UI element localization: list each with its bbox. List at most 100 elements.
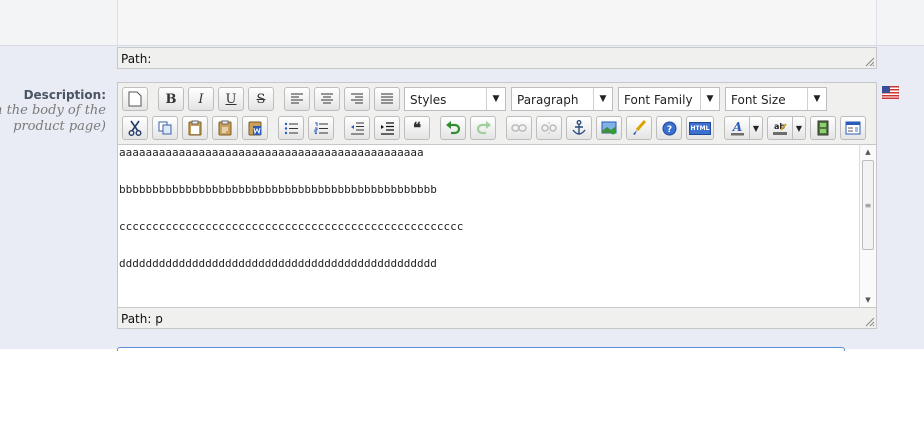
description-label: Description: bbox=[23, 88, 106, 102]
description-label-block: Description: (in the body of the product… bbox=[0, 87, 106, 135]
styles-select[interactable]: Styles ▼ bbox=[404, 87, 506, 111]
svg-text:?: ? bbox=[666, 125, 671, 135]
content-paragraph[interactable]: dddddddddddddddddddddddddddddddddddddddd… bbox=[118, 256, 860, 293]
scrollbar-thumb[interactable]: ≡ bbox=[862, 160, 874, 250]
insert-image-button[interactable] bbox=[596, 116, 622, 140]
text-color-split-button[interactable]: A ▼ bbox=[724, 116, 763, 140]
unlink-button[interactable] bbox=[536, 116, 562, 140]
image-icon bbox=[601, 121, 617, 135]
editor-path-bar: Path: p bbox=[117, 307, 877, 329]
align-center-icon bbox=[321, 93, 333, 104]
numbered-list-button[interactable] bbox=[308, 116, 334, 140]
align-justify-icon bbox=[381, 93, 393, 104]
anchor-button[interactable] bbox=[566, 116, 592, 140]
outdent-button[interactable] bbox=[344, 116, 370, 140]
description-hint-line2: product page) bbox=[13, 119, 106, 134]
paragraph-format-value: Paragraph bbox=[517, 93, 579, 107]
highlighter-icon: ab bbox=[773, 122, 787, 135]
align-justify-button[interactable] bbox=[374, 87, 400, 111]
paste-text-button[interactable] bbox=[212, 116, 238, 140]
indent-icon bbox=[380, 121, 394, 135]
copy-button[interactable] bbox=[152, 116, 178, 140]
new-document-button[interactable] bbox=[122, 87, 148, 111]
italic-button[interactable]: I bbox=[188, 87, 214, 111]
vertical-scrollbar[interactable]: ▲ ≡ ▼ bbox=[859, 144, 876, 307]
unlink-icon bbox=[541, 122, 557, 134]
brush-icon bbox=[633, 120, 647, 135]
quote-icon: ❝ bbox=[412, 119, 422, 137]
link-icon bbox=[511, 124, 527, 132]
highlight-color-split-button[interactable]: ab ▼ bbox=[767, 116, 806, 140]
copy-icon bbox=[158, 121, 171, 135]
cleanup-button[interactable] bbox=[626, 116, 652, 140]
outdent-icon bbox=[350, 122, 364, 134]
resize-grip-icon[interactable] bbox=[864, 316, 875, 327]
new-document-icon bbox=[128, 91, 142, 107]
align-right-button[interactable] bbox=[344, 87, 370, 111]
font-family-value: Font Family bbox=[624, 93, 693, 107]
chevron-down-icon[interactable]: ▼ bbox=[793, 116, 806, 140]
content-paragraph[interactable]: bbbbbbbbbbbbbbbbbbbbbbbbbbbbbbbbbbbbbbbb… bbox=[118, 182, 860, 219]
template-button[interactable] bbox=[840, 116, 866, 140]
clipboard-icon bbox=[188, 120, 202, 136]
top-editor-path-label: Path: bbox=[121, 52, 152, 66]
anchor-icon bbox=[572, 120, 586, 135]
align-left-icon bbox=[291, 93, 303, 104]
cut-button[interactable] bbox=[122, 116, 148, 140]
description-hint-line1: (in the body of the bbox=[0, 103, 106, 118]
bullet-list-button[interactable] bbox=[278, 116, 304, 140]
text-color-icon: A bbox=[730, 121, 744, 135]
chevron-down-icon[interactable]: ▼ bbox=[750, 116, 763, 140]
previous-field-panel bbox=[117, 0, 877, 46]
undo-button[interactable] bbox=[440, 116, 466, 140]
paragraph-format-select[interactable]: Paragraph ▼ bbox=[511, 87, 613, 111]
numbered-list-icon bbox=[314, 122, 328, 134]
styles-select-value: Styles bbox=[410, 93, 447, 107]
scroll-down-arrow-icon[interactable]: ▼ bbox=[860, 293, 876, 307]
insert-media-button[interactable] bbox=[810, 116, 836, 140]
html-source-button[interactable]: HTML bbox=[686, 116, 714, 140]
content-paragraph[interactable]: cccccccccccccccccccccccccccccccccccccccc… bbox=[118, 219, 860, 256]
align-left-button[interactable] bbox=[284, 87, 310, 111]
paste-text-icon bbox=[218, 120, 232, 136]
divider bbox=[0, 45, 924, 46]
underline-button[interactable]: U bbox=[218, 87, 244, 111]
align-center-button[interactable] bbox=[314, 87, 340, 111]
insert-link-button[interactable] bbox=[506, 116, 532, 140]
rich-text-editor: B I U S Styles ▼ Paragraph ▼ Font Family… bbox=[117, 82, 877, 329]
undo-icon bbox=[445, 121, 460, 135]
film-icon bbox=[817, 120, 829, 136]
redo-button[interactable] bbox=[470, 116, 496, 140]
editor-content-area[interactable]: aaaaaaaaaaaaaaaaaaaaaaaaaaaaaaaaaaaaaaaa… bbox=[118, 144, 860, 307]
font-size-select[interactable]: Font Size ▼ bbox=[725, 87, 827, 111]
indent-button[interactable] bbox=[374, 116, 400, 140]
scroll-up-arrow-icon[interactable]: ▲ bbox=[860, 145, 876, 159]
html-icon: HTML bbox=[688, 121, 712, 135]
chevron-down-icon: ▼ bbox=[486, 88, 505, 110]
blockquote-button[interactable]: ❝ bbox=[404, 116, 430, 140]
template-icon bbox=[845, 121, 861, 135]
content-paragraph[interactable]: aaaaaaaaaaaaaaaaaaaaaaaaaaaaaaaaaaaaaaaa… bbox=[118, 145, 860, 182]
paste-button[interactable] bbox=[182, 116, 208, 140]
highlight-color-button[interactable]: ab bbox=[767, 116, 793, 140]
help-icon: ? bbox=[662, 121, 676, 135]
svg-text:A: A bbox=[731, 121, 741, 134]
align-right-icon bbox=[351, 93, 363, 104]
next-field-box[interactable] bbox=[117, 347, 845, 351]
top-section bbox=[0, 0, 924, 46]
toolbar-row-1: B I U S Styles ▼ Paragraph ▼ Font Family… bbox=[122, 86, 832, 112]
text-color-button[interactable]: A bbox=[724, 116, 750, 140]
strikethrough-button[interactable]: S bbox=[248, 87, 274, 111]
font-size-value: Font Size bbox=[731, 93, 786, 107]
help-button[interactable]: ? bbox=[656, 116, 682, 140]
paste-word-button[interactable] bbox=[242, 116, 268, 140]
editor-path-label: Path: p bbox=[121, 312, 163, 326]
us-flag-icon[interactable] bbox=[882, 86, 899, 99]
chevron-down-icon: ▼ bbox=[593, 88, 612, 110]
resize-grip-icon[interactable] bbox=[864, 56, 875, 67]
bold-button[interactable]: B bbox=[158, 87, 184, 111]
font-family-select[interactable]: Font Family ▼ bbox=[618, 87, 720, 111]
chevron-down-icon: ▼ bbox=[700, 88, 719, 110]
paste-word-icon bbox=[248, 121, 262, 136]
chevron-down-icon: ▼ bbox=[807, 88, 826, 110]
